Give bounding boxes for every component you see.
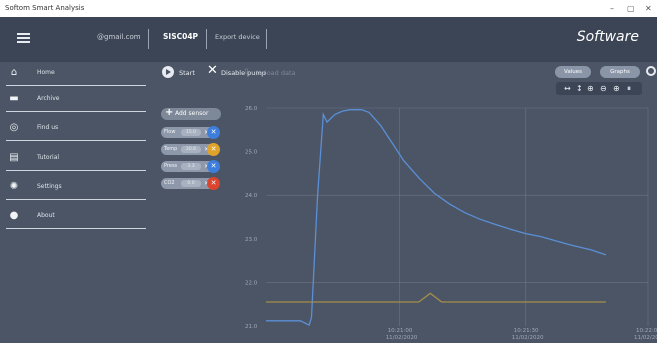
x-tick-label: 10:21:30 bbox=[514, 328, 539, 334]
x-tick-date: 11/02/2020 bbox=[512, 335, 544, 341]
y-tick-label: 26.0 bbox=[245, 106, 258, 112]
x-tick-label: 10:21:00 bbox=[388, 328, 413, 334]
series-line bbox=[266, 292, 606, 303]
line-chart[interactable]: 26.025.024.023.022.021.010:21:0011/02/20… bbox=[0, 0, 657, 343]
y-tick-label: 23.0 bbox=[245, 237, 258, 243]
series-line bbox=[266, 109, 607, 327]
y-tick-label: 22.0 bbox=[245, 280, 258, 286]
y-tick-label: 24.0 bbox=[245, 193, 258, 199]
y-tick-label: 21.0 bbox=[245, 324, 258, 330]
y-tick-label: 25.0 bbox=[245, 150, 258, 156]
x-tick-date: 11/02/2020 bbox=[386, 335, 418, 341]
x-tick-label: 10:22:00 bbox=[636, 328, 657, 334]
x-tick-date: 11/02/2020 bbox=[634, 335, 657, 341]
